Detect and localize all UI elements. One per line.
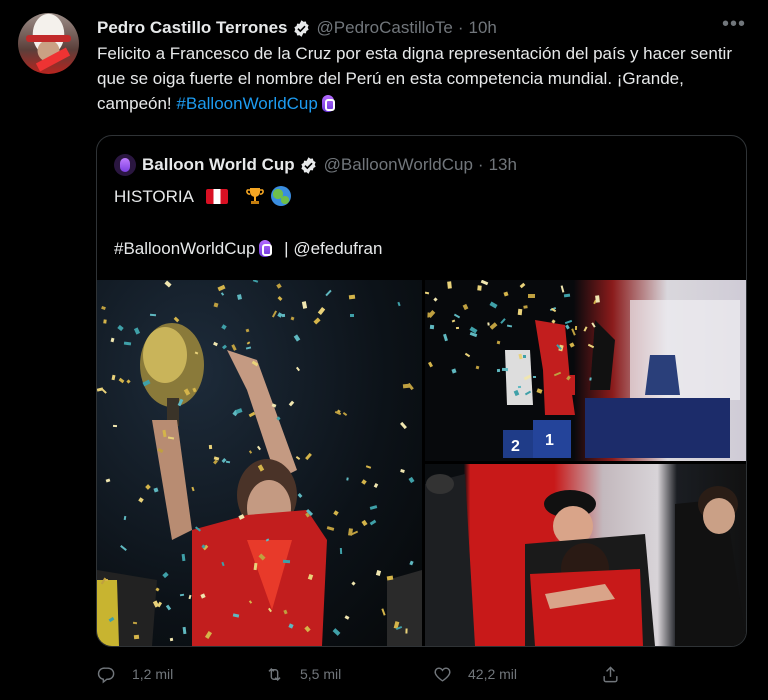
confetti-piece xyxy=(455,326,460,330)
confetti-piece xyxy=(350,314,354,317)
confetti-piece xyxy=(225,460,231,464)
photo-trophy-lift[interactable] xyxy=(97,280,422,646)
separator: · xyxy=(477,155,484,174)
tweet-time[interactable]: 10h xyxy=(469,18,497,38)
confetti-piece xyxy=(595,295,600,303)
quoted-header: Balloon World Cup @BalloonWorldCup · 13h xyxy=(114,154,517,176)
retweet-count: 5,5 mil xyxy=(300,666,342,682)
quoted-tweet[interactable]: Balloon World Cup @BalloonWorldCup · 13h… xyxy=(96,135,747,647)
confetti-piece xyxy=(487,322,490,326)
confetti-piece xyxy=(400,469,405,473)
quoted-hashtag: #BalloonWorldCup xyxy=(114,239,256,258)
confetti-piece xyxy=(447,281,452,289)
tweet-header: Pedro Castillo Terrones @PedroCastilloTe… xyxy=(97,16,497,40)
hug-illustration xyxy=(425,474,746,646)
historia-text: HISTORIA xyxy=(114,187,194,206)
reply-icon xyxy=(97,666,115,683)
confetti-piece xyxy=(402,383,411,389)
reply-button[interactable]: 1,2 mil xyxy=(97,665,265,684)
confetti-piece xyxy=(169,637,174,642)
globe-icon xyxy=(271,186,292,206)
trophy-lift-illustration xyxy=(97,323,422,646)
confetti-piece xyxy=(523,305,528,309)
balloon-hashflag-icon xyxy=(259,240,273,257)
confetti-piece xyxy=(501,367,509,372)
reply-count: 1,2 mil xyxy=(132,666,174,682)
author-handle[interactable]: @PedroCastilloTe xyxy=(317,18,453,38)
like-button[interactable]: 42,2 mil xyxy=(433,665,601,684)
mention-separator: | xyxy=(284,239,289,258)
quoted-text-line2: #BalloonWorldCup | @efedufran xyxy=(114,238,382,260)
share-button[interactable] xyxy=(601,665,641,684)
hashtag-link[interactable]: #BalloonWorldCup xyxy=(176,94,317,113)
quoted-author-handle: @BalloonWorldCup xyxy=(323,155,473,174)
trophy-icon xyxy=(245,188,264,204)
confetti-piece xyxy=(517,308,523,316)
confetti-piece xyxy=(149,313,157,317)
author-avatar[interactable] xyxy=(18,13,79,74)
heart-icon xyxy=(434,666,451,682)
confetti-piece xyxy=(208,444,213,450)
confetti-piece xyxy=(112,424,118,428)
quoted-mention: @efedufran xyxy=(293,239,383,258)
confetti-piece xyxy=(348,294,356,300)
confetti-piece xyxy=(527,293,536,299)
verified-badge-icon xyxy=(293,19,309,37)
tweet-text: Felicito a Francesco de la Cruz por esta… xyxy=(97,41,737,116)
more-options-icon[interactable]: ••• xyxy=(720,14,748,38)
separator: · xyxy=(457,18,464,37)
confetti-piece xyxy=(532,375,537,379)
confetti-piece xyxy=(429,324,435,330)
svg-text:2: 2 xyxy=(511,438,520,455)
podium-illustration: 2 1 xyxy=(503,300,740,458)
quoted-avatar xyxy=(114,154,136,176)
quoted-author-name: Balloon World Cup xyxy=(142,155,295,174)
balloon-hashflag-icon xyxy=(321,95,335,112)
retweet-icon xyxy=(268,667,281,681)
quoted-text-line1: HISTORIA xyxy=(114,186,292,208)
confetti-piece xyxy=(339,547,343,555)
author-name[interactable]: Pedro Castillo Terrones xyxy=(97,18,288,38)
confetti-piece xyxy=(517,385,522,389)
confetti-piece xyxy=(103,319,107,324)
confetti-piece xyxy=(282,559,291,564)
confetti-piece xyxy=(133,634,140,640)
confetti-piece xyxy=(237,294,242,300)
confetti-piece xyxy=(477,285,482,291)
photo-podium[interactable]: 2 1 xyxy=(425,280,746,461)
svg-text:1: 1 xyxy=(545,432,554,449)
photo-hug[interactable] xyxy=(425,464,746,646)
confetti-piece xyxy=(496,368,501,373)
like-count: 42,2 mil xyxy=(468,666,518,682)
quoted-time: 13h xyxy=(488,155,517,174)
confetti-piece xyxy=(574,325,578,331)
confetti-piece xyxy=(132,621,138,625)
peru-flag-icon xyxy=(205,189,228,204)
share-icon xyxy=(603,665,618,682)
tweet-actions: 1,2 mil 5,5 mil 42,2 mil xyxy=(97,662,737,686)
verified-badge-icon xyxy=(301,156,316,174)
photo-grid: 2 1 xyxy=(97,280,746,646)
confetti-piece xyxy=(522,354,527,359)
retweet-button[interactable]: 5,5 mil xyxy=(265,665,433,684)
confetti-piece xyxy=(405,628,408,634)
